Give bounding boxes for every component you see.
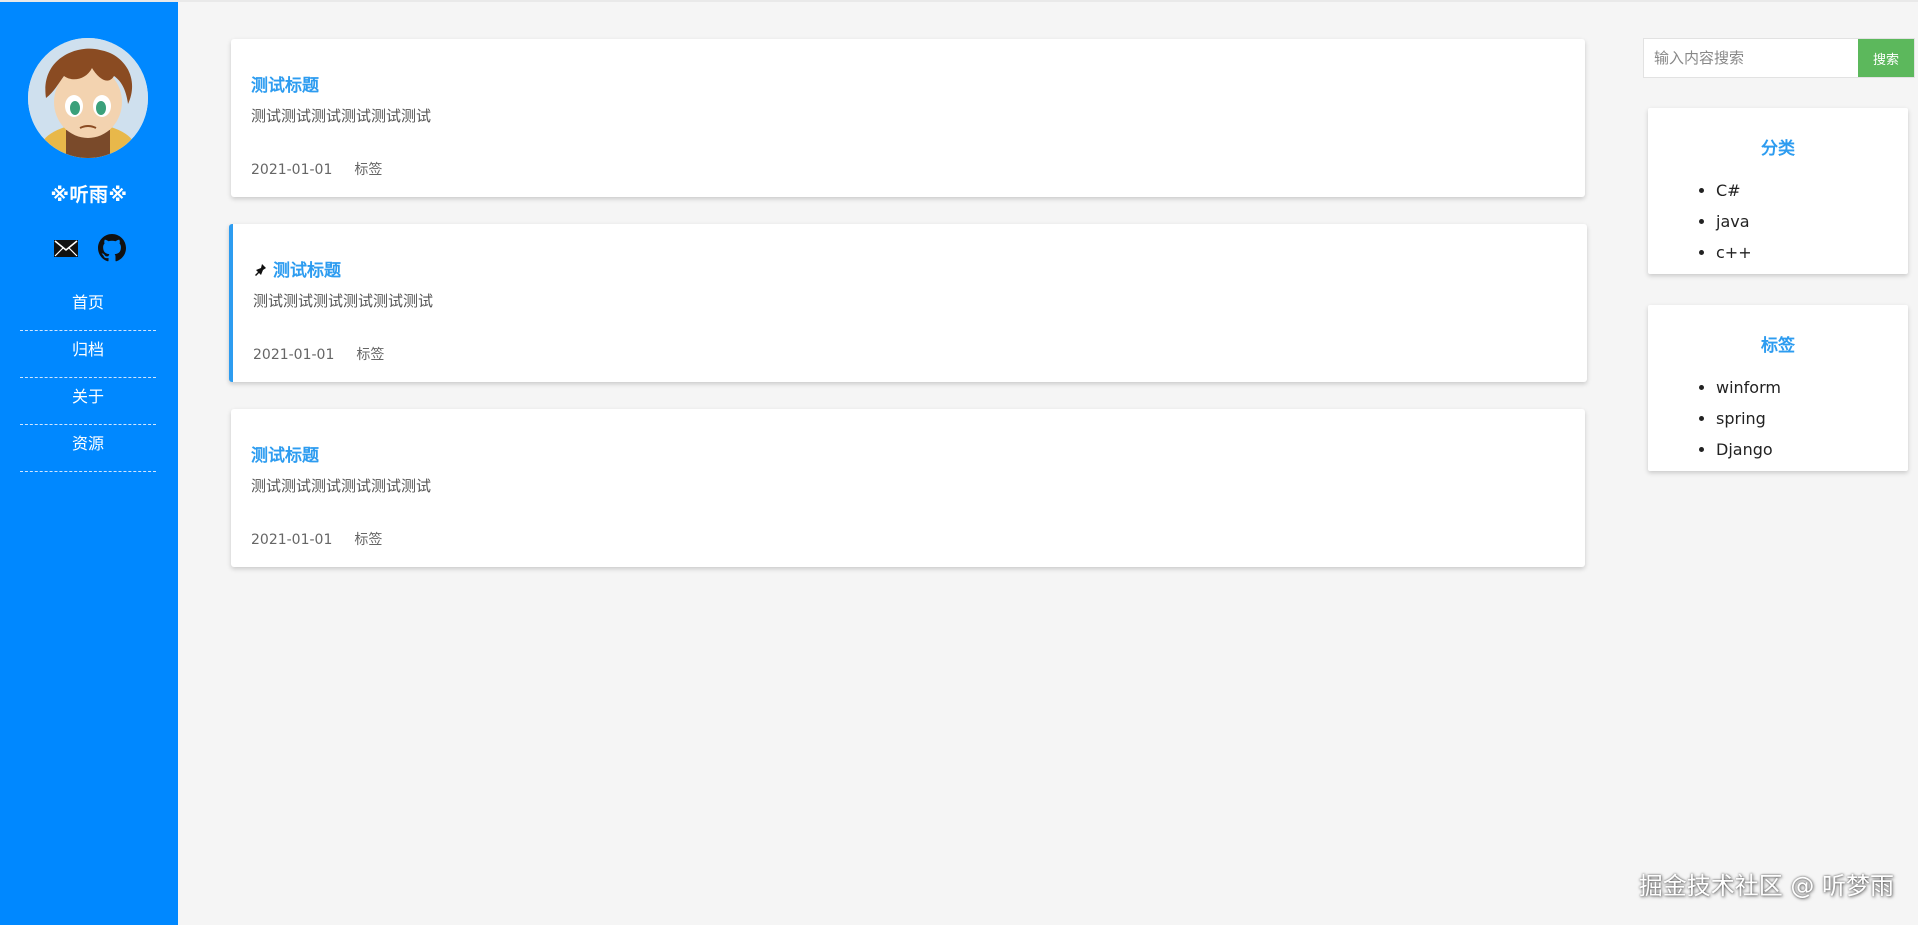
post-title[interactable]: 测试标题 <box>251 441 319 466</box>
github-icon[interactable] <box>97 234 126 262</box>
post-date: 2021-01-01 <box>251 162 333 178</box>
post-tag[interactable]: 标签 <box>354 532 382 548</box>
category-item[interactable]: java <box>1716 206 1908 237</box>
social-links <box>0 234 178 262</box>
categories-widget: 分类 C# java c++ <box>1648 108 1908 274</box>
post-title[interactable]: 测试标题 <box>251 71 319 96</box>
post-tag[interactable]: 标签 <box>356 347 384 363</box>
post-meta: 2021-01-01 标签 <box>253 344 384 364</box>
post-title[interactable]: 测试标题 <box>253 256 341 281</box>
tags-list: winform spring Django <box>1716 372 1908 465</box>
categories-title: 分类 <box>1761 139 1795 159</box>
tag-item[interactable]: winform <box>1716 372 1908 403</box>
pin-icon <box>253 262 269 278</box>
post-excerpt: 测试测试测试测试测试测试 <box>253 292 434 310</box>
tag-item[interactable]: spring <box>1716 403 1908 434</box>
category-item[interactable]: C# <box>1716 175 1908 206</box>
post-tag[interactable]: 标签 <box>354 162 382 178</box>
post-excerpt: 测试测试测试测试测试测试 <box>251 477 432 495</box>
search-box: 搜索 <box>1643 38 1915 78</box>
avatar[interactable] <box>28 38 148 158</box>
sidebar: ※听雨※ 首页 归档 关于 资源 <box>0 2 178 925</box>
post-title-text[interactable]: 测试标题 <box>273 261 341 281</box>
nav-item-resources[interactable]: 资源 <box>20 425 156 472</box>
search-button[interactable]: 搜索 <box>1858 39 1914 77</box>
category-item[interactable]: c++ <box>1716 237 1908 268</box>
post-title-text[interactable]: 测试标题 <box>251 446 319 466</box>
categories-list: C# java c++ <box>1716 175 1908 268</box>
top-border <box>0 0 1918 2</box>
post-meta: 2021-01-01 标签 <box>251 529 382 549</box>
post-card-pinned[interactable]: 测试标题 测试测试测试测试测试测试 2021-01-01 标签 <box>229 224 1587 382</box>
post-card[interactable]: 测试标题 测试测试测试测试测试测试 2021-01-01 标签 <box>231 409 1585 567</box>
tag-item[interactable]: Django <box>1716 434 1908 465</box>
post-date: 2021-01-01 <box>251 532 333 548</box>
sidebar-nav: 首页 归档 关于 资源 <box>20 284 156 472</box>
mail-icon[interactable] <box>52 234 80 262</box>
post-date: 2021-01-01 <box>253 347 335 363</box>
watermark: 掘金技术社区 @ 听梦雨 <box>1638 872 1894 900</box>
tags-widget: 标签 winform spring Django <box>1648 305 1908 471</box>
tags-title: 标签 <box>1761 336 1795 356</box>
post-title-text[interactable]: 测试标题 <box>251 76 319 96</box>
post-card[interactable]: 测试标题 测试测试测试测试测试测试 2021-01-01 标签 <box>231 39 1585 197</box>
nav-item-archive[interactable]: 归档 <box>20 331 156 378</box>
post-meta: 2021-01-01 标签 <box>251 159 382 179</box>
site-name: ※听雨※ <box>50 184 128 206</box>
search-input[interactable] <box>1644 39 1858 77</box>
post-excerpt: 测试测试测试测试测试测试 <box>251 107 432 125</box>
nav-item-home[interactable]: 首页 <box>20 284 156 331</box>
nav-item-about[interactable]: 关于 <box>20 378 156 425</box>
